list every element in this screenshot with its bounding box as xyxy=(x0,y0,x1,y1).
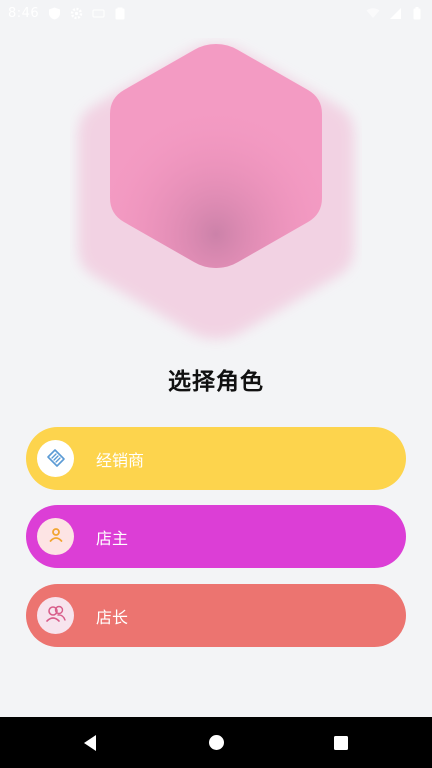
role-button-shop-owner[interactable]: 店主 xyxy=(26,505,406,568)
status-time: 8:46 xyxy=(8,5,40,21)
role-icon-wrap xyxy=(37,440,74,477)
navigation-bar xyxy=(0,717,432,768)
notification-icon xyxy=(91,6,105,20)
battery-icon xyxy=(410,6,424,20)
recents-icon[interactable] xyxy=(311,717,371,768)
role-button-store-manager[interactable]: 店长 xyxy=(26,584,406,647)
role-label: 店主 xyxy=(96,528,129,548)
wifi-icon xyxy=(366,6,380,20)
page-title: 选择角色 xyxy=(168,369,264,395)
role-label: 经销商 xyxy=(96,450,145,470)
gear-icon xyxy=(69,6,83,20)
back-icon[interactable] xyxy=(60,717,120,768)
clipboard-icon xyxy=(113,6,127,20)
signal-icon xyxy=(388,6,402,20)
home-icon[interactable] xyxy=(186,717,246,768)
role-button-dealer[interactable]: 经销商 xyxy=(26,427,406,490)
shield-icon xyxy=(47,6,61,20)
status-right xyxy=(366,6,424,20)
hexagon-icon xyxy=(70,38,362,354)
role-icon-wrap xyxy=(37,597,74,634)
status-left: 8:46 xyxy=(8,6,127,21)
role-label: 店长 xyxy=(96,607,129,627)
role-icon-wrap xyxy=(37,518,74,555)
status-bar: 8:46 xyxy=(0,0,432,26)
handshake-icon xyxy=(45,446,67,472)
people-icon xyxy=(45,604,67,628)
person-icon xyxy=(47,526,65,548)
